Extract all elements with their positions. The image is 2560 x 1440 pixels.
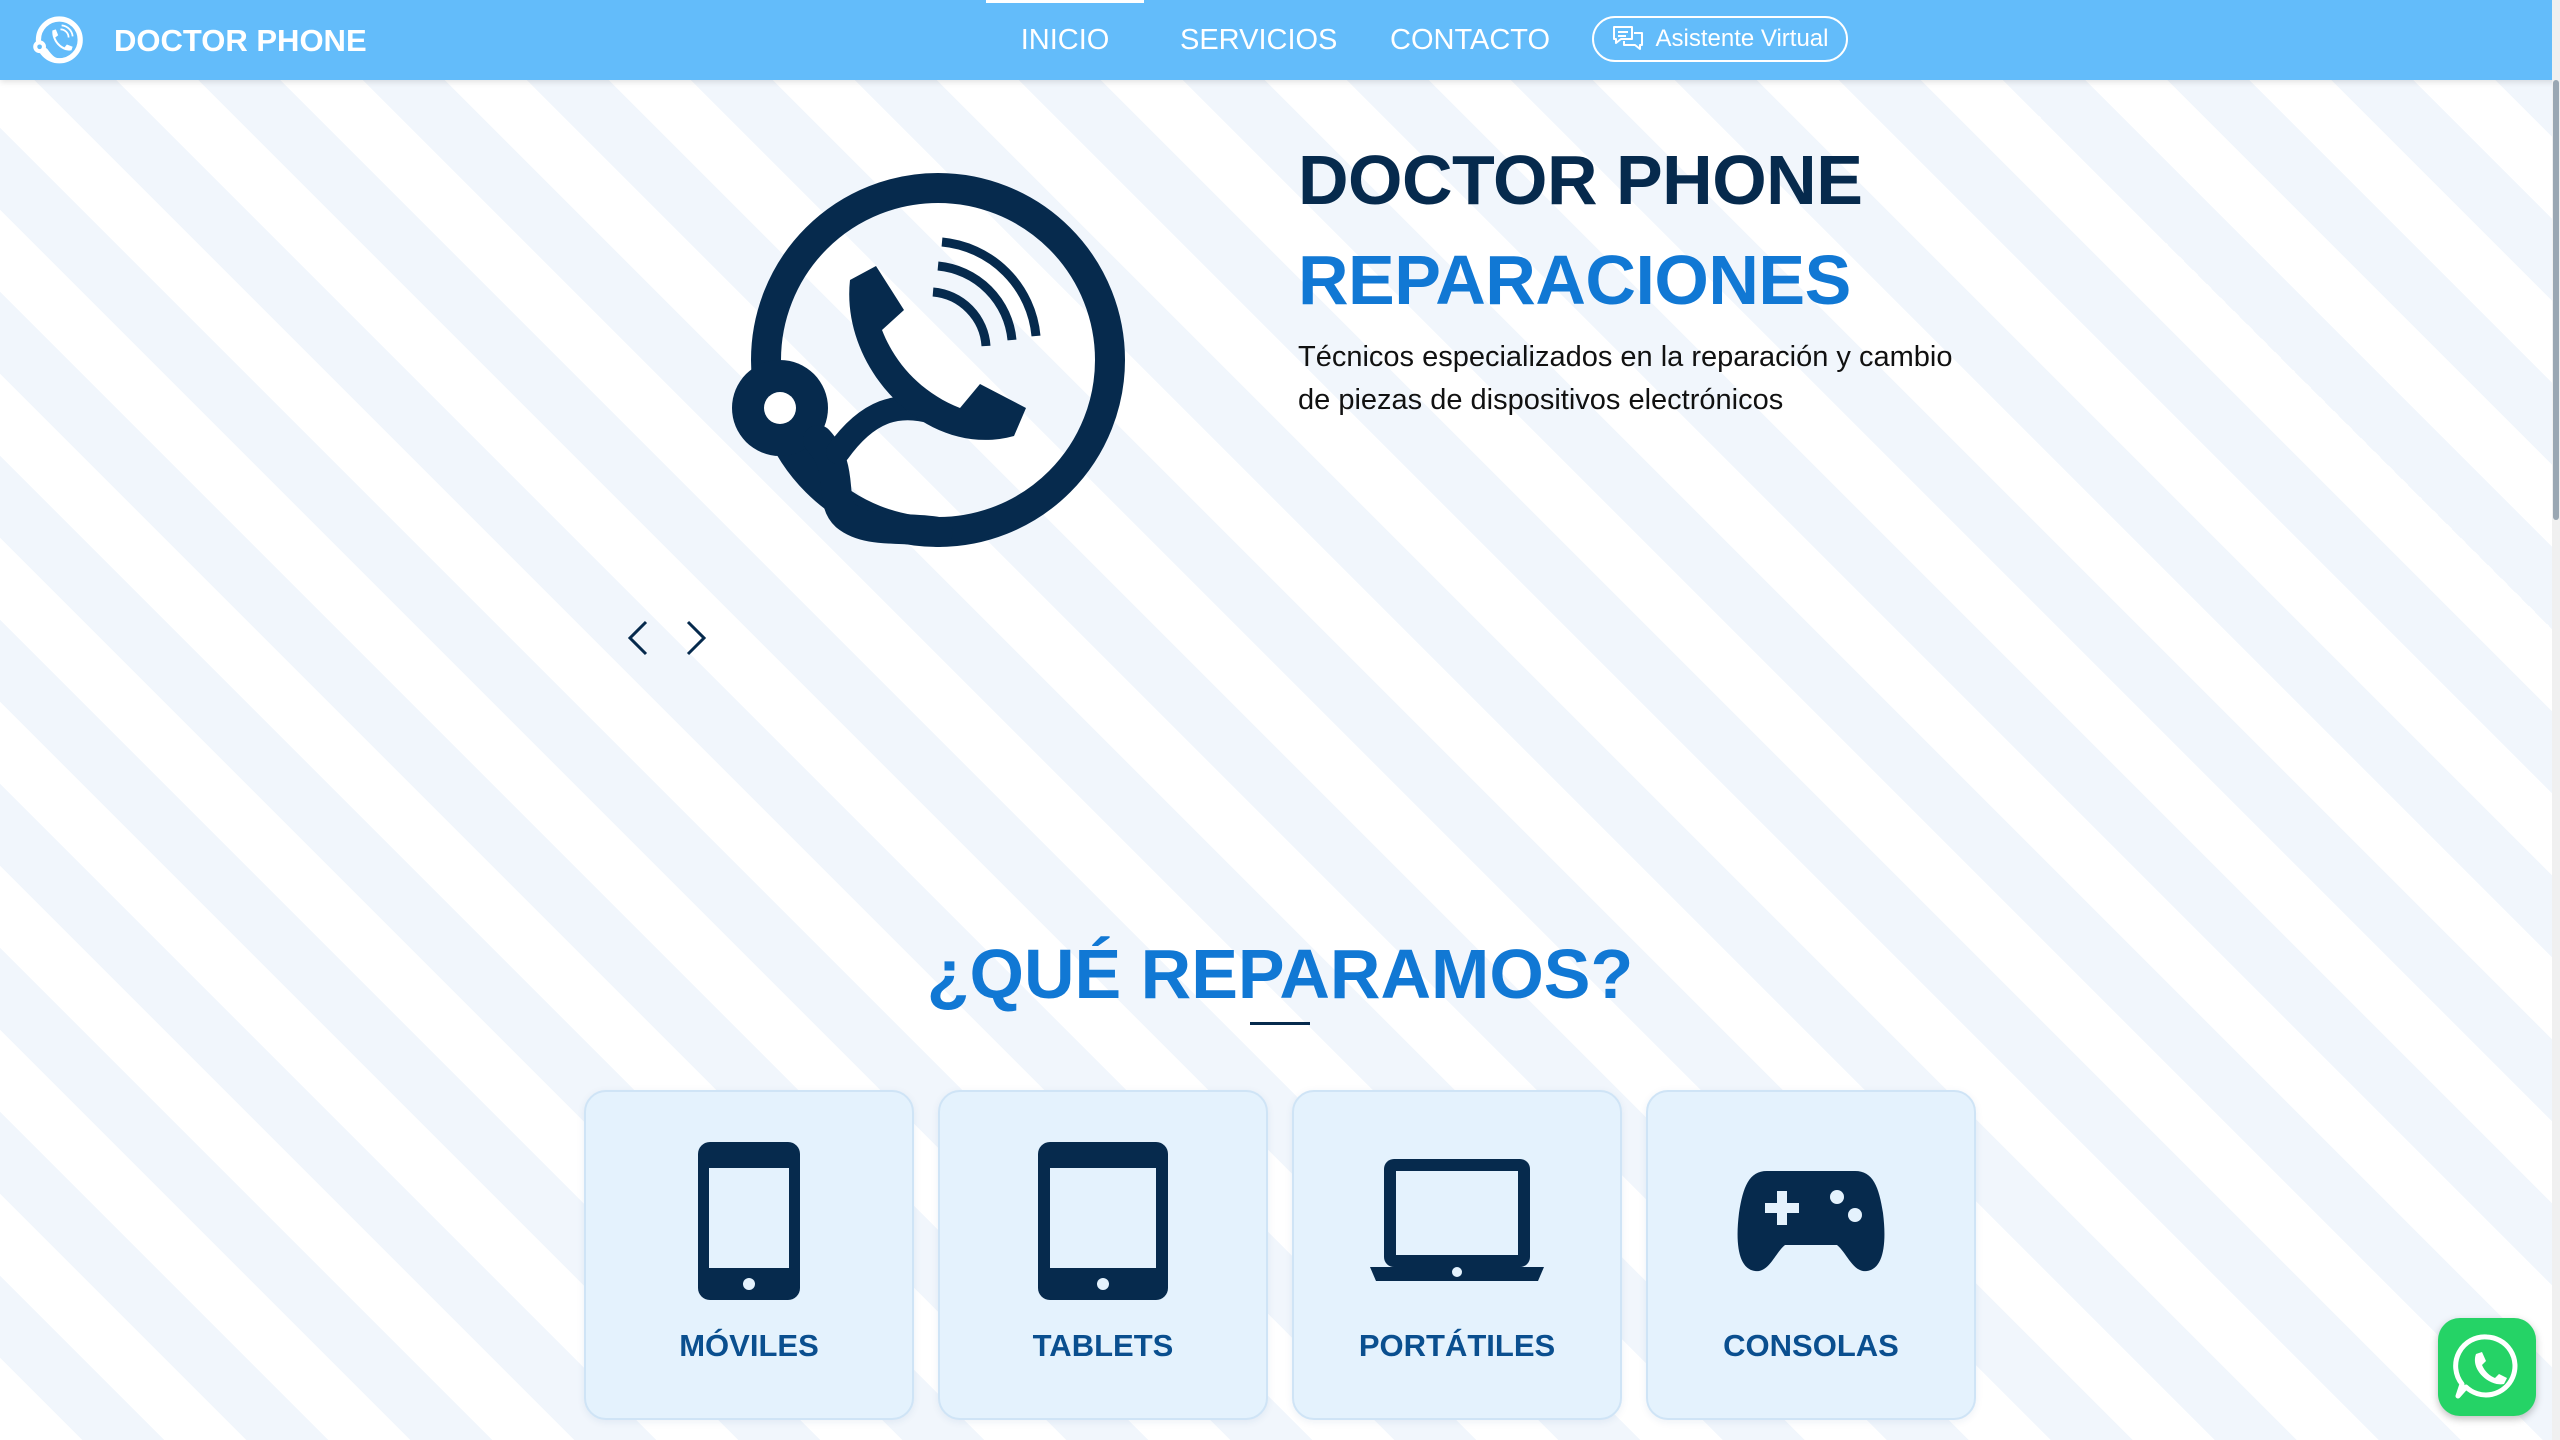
nav-link-inicio[interactable]: INICIO bbox=[986, 0, 1144, 80]
gamepad-icon bbox=[1648, 1140, 1974, 1302]
hero-subtitle: REPARACIONES bbox=[1298, 241, 1851, 319]
carousel-next-button[interactable] bbox=[676, 610, 716, 666]
nav-link-servicios[interactable]: SERVICIOS bbox=[1180, 0, 1337, 80]
repair-card-moviles[interactable]: MÓVILES bbox=[584, 1090, 914, 1420]
repair-card-label: MÓVILES bbox=[679, 1328, 819, 1363]
repair-card-portatiles[interactable]: PORTÁTILES bbox=[1292, 1090, 1622, 1420]
repair-card-label: CONSOLAS bbox=[1723, 1328, 1899, 1363]
smartphone-icon bbox=[586, 1140, 912, 1302]
chevron-right-icon bbox=[686, 620, 707, 656]
brand-logo-icon bbox=[33, 16, 83, 64]
phone-support-icon bbox=[732, 173, 1125, 547]
top-navbar: DOCTOR PHONE INICIO SERVICIOS CONTACTO A… bbox=[0, 0, 2560, 80]
carousel-prev-button[interactable] bbox=[618, 610, 658, 666]
nav-link-contacto[interactable]: CONTACTO bbox=[1390, 0, 1550, 80]
repair-card-label: PORTÁTILES bbox=[1358, 1328, 1556, 1363]
virtual-assistant-label: Asistente Virtual bbox=[1655, 25, 1829, 52]
chevron-left-icon bbox=[627, 620, 648, 656]
laptop-icon bbox=[1294, 1140, 1620, 1302]
scrollbar-thumb[interactable] bbox=[2553, 80, 2559, 520]
tablet-icon bbox=[940, 1140, 1266, 1302]
chat-bubbles-icon bbox=[1612, 26, 1643, 50]
repair-card-consolas[interactable]: CONSOLAS bbox=[1646, 1090, 1976, 1420]
whatsapp-icon bbox=[2453, 1334, 2518, 1399]
section-title: ¿QUÉ REPARAMOS? bbox=[926, 935, 1634, 1013]
virtual-assistant-button[interactable]: Asistente Virtual bbox=[1592, 16, 1848, 62]
repair-card-label: TABLETS bbox=[1032, 1328, 1174, 1363]
hero-logo bbox=[728, 170, 1128, 550]
hero-description: Técnicos especializados en la reparación… bbox=[1298, 341, 1953, 416]
section-divider bbox=[1250, 1022, 1310, 1025]
brand-name: DOCTOR PHONE bbox=[114, 23, 367, 58]
repair-card-tablets[interactable]: TABLETS bbox=[938, 1090, 1268, 1420]
whatsapp-button[interactable] bbox=[2438, 1318, 2536, 1416]
brand[interactable]: DOCTOR PHONE bbox=[28, 12, 367, 70]
hero-title: DOCTOR PHONE bbox=[1298, 141, 1863, 219]
